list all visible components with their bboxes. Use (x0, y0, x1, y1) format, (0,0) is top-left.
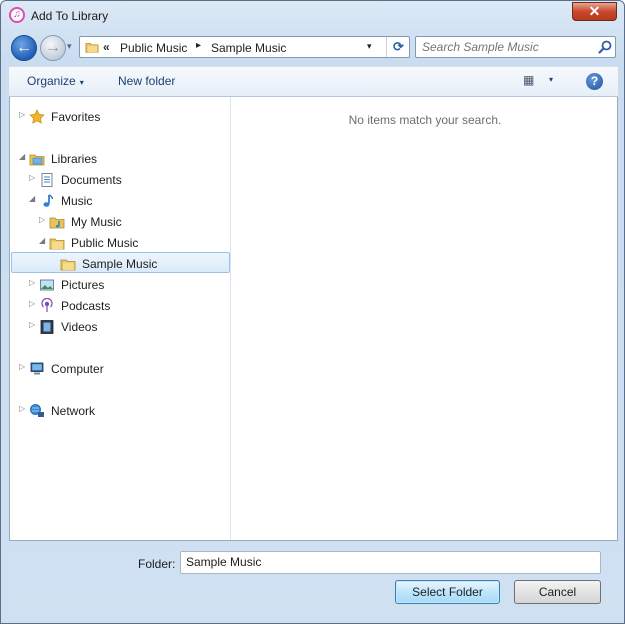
address-dropdown-icon[interactable]: ▾ (367, 41, 372, 52)
search-icon[interactable] (597, 39, 613, 55)
folder-icon (60, 259, 76, 271)
organize-menu[interactable]: Organize ▾ (27, 74, 84, 88)
overflow-chevron[interactable]: « (103, 40, 110, 54)
tree-label: Favorites (51, 110, 101, 124)
tree-item-libraries[interactable]: ◢ Libraries (10, 148, 230, 169)
computer-icon (30, 362, 44, 375)
tree-label: Podcasts (61, 299, 111, 313)
libraries-icon (29, 154, 45, 166)
tree-label: My Music (71, 215, 122, 229)
tree-item-public-music[interactable]: ◢ Public Music (10, 232, 230, 253)
browser-panes: ▷ Favorites ◢ Libraries ▷ Documents ◢ Mu… (9, 97, 618, 541)
search-input[interactable] (422, 40, 592, 54)
tree-item-computer[interactable]: ▷ Computer (10, 358, 230, 379)
command-toolbar: Organize ▾ New folder ▦ ▾ ? (9, 66, 618, 97)
recent-locations-dropdown[interactable]: ▾ (67, 41, 72, 52)
tree-label: Sample Music (82, 257, 158, 271)
tree-item-favorites[interactable]: ▷ Favorites (10, 106, 230, 127)
back-button[interactable]: ← (11, 35, 37, 61)
cancel-button[interactable]: Cancel (514, 580, 601, 604)
tree-label: Pictures (61, 278, 105, 292)
podcast-icon (41, 298, 53, 312)
tree-label: Music (61, 194, 93, 208)
new-folder-button[interactable]: New folder (118, 74, 175, 88)
tree-item-videos[interactable]: ▷ Videos (10, 316, 230, 337)
close-button[interactable]: ✕ (572, 2, 617, 21)
folder-icon (49, 238, 65, 250)
film-icon (40, 320, 54, 334)
select-folder-button[interactable]: Select Folder (395, 580, 500, 604)
collapse-arrow-icon[interactable]: ◢ (19, 152, 29, 161)
itunes-icon: ♫ (9, 7, 25, 23)
music-folder-icon (49, 217, 65, 229)
window-title: Add To Library (31, 9, 109, 23)
breadcrumb-separator-icon[interactable]: ▸ (196, 40, 201, 51)
search-box[interactable] (415, 36, 616, 58)
music-note-icon (43, 194, 54, 207)
tree-item-pictures[interactable]: ▷ Pictures (10, 274, 230, 295)
tree-item-podcasts[interactable]: ▷ Podcasts (10, 295, 230, 316)
expand-arrow-icon[interactable]: ▷ (19, 362, 29, 371)
views-dropdown-icon[interactable]: ▾ (549, 75, 553, 84)
tree-label: Public Music (71, 236, 139, 250)
folder-icon (85, 43, 99, 53)
expand-arrow-icon[interactable]: ▷ (29, 299, 39, 308)
tree-label: Videos (61, 320, 98, 334)
network-icon (30, 404, 44, 417)
breadcrumb-public-music[interactable]: Public Music (120, 41, 187, 55)
folder-label: Folder: (138, 557, 176, 571)
folder-name-field[interactable]: Sample Music (180, 551, 601, 574)
address-bar[interactable]: « Public Music ▸ Sample Music ▾ ⟳ (79, 36, 410, 58)
tree-item-my-music[interactable]: ▷ My Music (10, 211, 230, 232)
tree-item-documents[interactable]: ▷ Documents (10, 169, 230, 190)
expand-arrow-icon[interactable]: ▷ (39, 215, 49, 224)
tree-label: Documents (61, 173, 122, 187)
tree-item-music[interactable]: ◢ Music (10, 190, 230, 211)
tree-label: Network (51, 404, 96, 418)
empty-message: No items match your search. (348, 113, 502, 127)
dialog-window: ♫ Add To Library ✕ ← → ▾ « Public Music … (0, 0, 625, 624)
chevron-down-icon: ▾ (79, 78, 84, 87)
expand-arrow-icon[interactable]: ▷ (29, 278, 39, 287)
documents-icon (41, 173, 53, 187)
collapse-arrow-icon[interactable]: ◢ (39, 236, 49, 245)
tree-item-sample-music[interactable]: Sample Music (11, 252, 230, 273)
expand-arrow-icon[interactable]: ▷ (29, 320, 39, 329)
views-icon[interactable]: ▦ (523, 73, 534, 87)
organize-label: Organize (27, 74, 76, 88)
expand-arrow-icon[interactable]: ▷ (19, 110, 29, 119)
expand-arrow-icon[interactable]: ▷ (19, 404, 29, 413)
navigation-pane[interactable]: ▷ Favorites ◢ Libraries ▷ Documents ◢ Mu… (10, 97, 231, 540)
breadcrumb-sample-music[interactable]: Sample Music (211, 41, 286, 55)
tree-label: Libraries (51, 152, 98, 166)
tree-item-network[interactable]: ▷ Network (10, 400, 230, 421)
content-pane[interactable]: No items match your search. (232, 97, 618, 540)
pictures-icon (40, 279, 54, 291)
forward-button[interactable]: → (40, 35, 66, 61)
expand-arrow-icon[interactable]: ▷ (29, 173, 39, 182)
title-bar[interactable]: ♫ Add To Library ✕ (1, 1, 624, 31)
refresh-button[interactable]: ⟳ (386, 37, 410, 57)
tree-label: Computer (51, 362, 104, 376)
collapse-arrow-icon[interactable]: ◢ (29, 194, 39, 203)
star-icon (29, 109, 45, 124)
help-icon[interactable]: ? (586, 73, 603, 90)
